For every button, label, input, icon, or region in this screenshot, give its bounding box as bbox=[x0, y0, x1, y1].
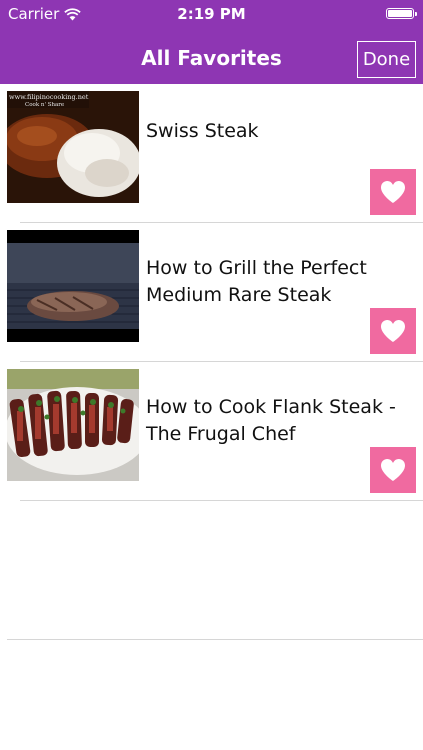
navigation-header: Carrier 2:19 PM All Favorites Done bbox=[0, 0, 423, 84]
recipe-thumbnail bbox=[7, 369, 139, 481]
recipe-thumbnail: www.filipinocooking.net Cook n' Share bbox=[7, 91, 139, 203]
row-divider bbox=[7, 639, 423, 640]
heart-icon bbox=[381, 459, 405, 481]
heart-icon bbox=[381, 320, 405, 342]
status-time: 2:19 PM bbox=[177, 5, 246, 23]
status-bar: Carrier 2:19 PM bbox=[0, 0, 423, 28]
favorite-button[interactable] bbox=[370, 447, 416, 493]
favorite-button[interactable] bbox=[370, 169, 416, 215]
list-item[interactable]: How to Grill the Perfect Medium Rare Ste… bbox=[0, 223, 423, 362]
thumbnail-watermark: www.filipinocooking.net bbox=[9, 93, 89, 101]
recipe-title: How to Cook Flank Steak - The Frugal Che… bbox=[146, 396, 396, 445]
battery-icon bbox=[386, 8, 417, 19]
heart-icon bbox=[381, 181, 405, 203]
recipe-title: Swiss Steak bbox=[146, 120, 259, 142]
done-button[interactable]: Done bbox=[357, 41, 416, 78]
recipe-thumbnail bbox=[7, 230, 139, 342]
svg-text:Cook n' Share: Cook n' Share bbox=[25, 102, 64, 108]
recipe-title: How to Grill the Perfect Medium Rare Ste… bbox=[146, 257, 367, 306]
favorite-button[interactable] bbox=[370, 308, 416, 354]
favorites-list: www.filipinocooking.net Cook n' Share Sw… bbox=[0, 84, 423, 640]
list-item[interactable]: How to Cook Flank Steak - The Frugal Che… bbox=[0, 362, 423, 501]
empty-list-row bbox=[0, 501, 423, 640]
list-item[interactable]: www.filipinocooking.net Cook n' Share Sw… bbox=[0, 84, 423, 223]
